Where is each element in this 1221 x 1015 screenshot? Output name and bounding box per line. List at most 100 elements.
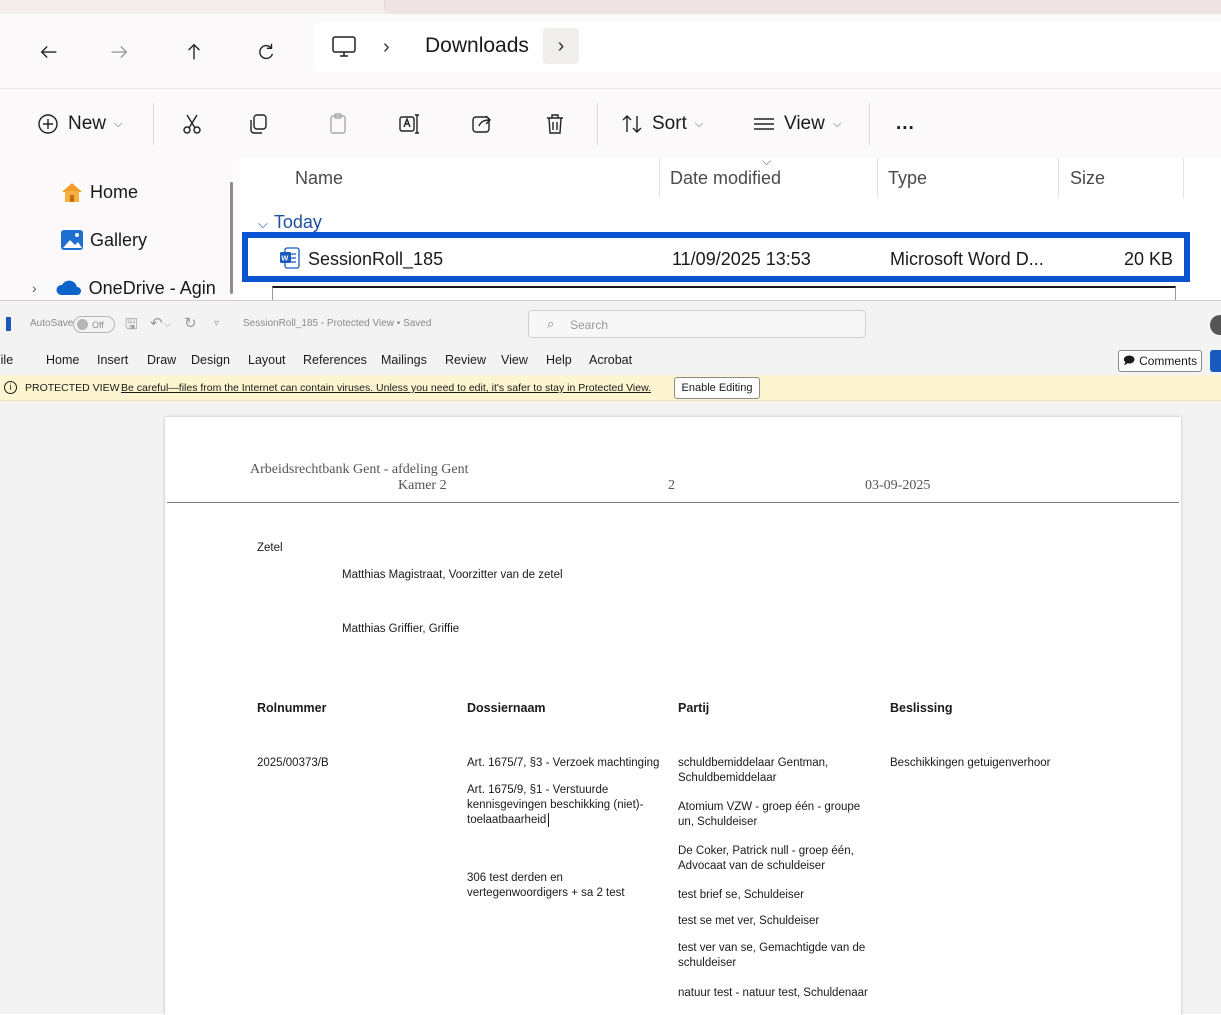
breadcrumb-downloads[interactable]: Downloads xyxy=(425,34,529,58)
home-icon xyxy=(62,183,82,202)
partij-item: natuur test - natuur test, Schuldenaar xyxy=(678,987,868,999)
protected-view-message[interactable]: Be careful—files from the Internet can c… xyxy=(121,382,651,394)
zetel-label: Zetel xyxy=(257,542,283,554)
share-button[interactable] xyxy=(470,107,494,141)
sidebar-scrollbar[interactable] xyxy=(230,182,233,294)
sort-indicator-icon: ⌵ xyxy=(762,154,772,168)
column-header-rolnummer: Rolnummer xyxy=(257,701,327,715)
file-row-selected[interactable]: W SessionRoll_185 11/09/2025 13:53 Micro… xyxy=(242,232,1190,282)
save-icon[interactable]: 🖫 xyxy=(125,314,138,339)
delete-button[interactable] xyxy=(543,107,567,141)
column-header-type[interactable]: Type xyxy=(888,168,927,189)
sidebar-item-onedrive[interactable]: › OneDrive - Agin xyxy=(32,274,216,302)
undo-icon[interactable]: ↶ xyxy=(150,314,163,332)
document-title[interactable]: SessionRoll_185 - Protected View • Saved xyxy=(243,318,431,329)
file-list: ⌵ Name Date modified Type Size ⌵ Today W … xyxy=(240,154,1221,300)
protected-view-title: PROTECTED VIEW xyxy=(25,382,120,394)
tab-mailings[interactable]: Mailings xyxy=(381,353,427,367)
column-header-size[interactable]: Size xyxy=(1070,168,1105,189)
address-bar[interactable]: › Downloads › xyxy=(313,22,1221,72)
beslissing-value: Beschikkingen getuigenverhoor xyxy=(890,757,1051,769)
cut-button[interactable] xyxy=(180,107,204,141)
onedrive-icon xyxy=(56,280,81,295)
search-box[interactable]: ⌕ Search xyxy=(528,310,866,338)
sort-label: Sort xyxy=(652,113,687,134)
sort-button[interactable]: Sort ⌵ xyxy=(620,107,703,141)
active-tab[interactable] xyxy=(384,0,1221,14)
dossier-item: Art. 1675/9, §1 - Verstuurde kennisgevin… xyxy=(467,783,657,828)
chevron-right-icon[interactable]: › xyxy=(32,280,37,296)
chamber: Kamer 2 xyxy=(398,478,447,493)
view-button[interactable]: View ⌵ xyxy=(752,107,841,141)
autosave-label: AutoSave xyxy=(30,318,74,329)
up-button[interactable] xyxy=(178,36,210,68)
column-header-name[interactable]: Name xyxy=(295,168,343,189)
tab-acrobat[interactable]: Acrobat xyxy=(589,353,632,367)
group-label: Today xyxy=(273,212,322,232)
zetel-member: Matthias Magistraat, Voorzitter van de z… xyxy=(342,569,563,581)
column-header-partij: Partij xyxy=(678,701,710,715)
tab-draw[interactable]: Draw xyxy=(147,353,176,367)
autosave-toggle[interactable]: Off xyxy=(73,316,115,333)
sidebar-item-gallery[interactable]: Gallery xyxy=(60,226,147,254)
dossier-item: 306 test derden en vertegenwoordigers + … xyxy=(467,872,625,899)
column-divider[interactable] xyxy=(1058,158,1059,198)
zetel-member: Matthias Griffier, Griffie xyxy=(342,623,460,635)
info-icon: i xyxy=(4,381,17,394)
tab-insert[interactable]: Insert xyxy=(97,353,128,367)
copy-button[interactable] xyxy=(246,107,270,141)
sidebar-item-label: Home xyxy=(90,181,139,202)
column-divider[interactable] xyxy=(659,158,660,198)
customize-quick-access-icon[interactable]: ▿ xyxy=(214,318,219,329)
refresh-button[interactable] xyxy=(250,36,282,68)
back-button[interactable] xyxy=(33,36,65,68)
tab-references[interactable]: References xyxy=(303,353,367,367)
tab-file[interactable]: File xyxy=(0,353,13,367)
clipboard-icon xyxy=(330,113,346,134)
avatar[interactable] xyxy=(1210,315,1221,335)
tab-help[interactable]: Help xyxy=(546,353,572,367)
new-label: New xyxy=(68,113,107,134)
column-header-date[interactable]: Date modified xyxy=(670,168,781,189)
paste-button[interactable] xyxy=(326,107,350,141)
page-number: 2 xyxy=(668,478,675,493)
comments-button[interactable]: 🗩 Comments xyxy=(1118,350,1202,372)
sidebar-item-label: OneDrive - Agin xyxy=(88,277,216,298)
view-label: View xyxy=(784,113,825,134)
column-divider[interactable] xyxy=(877,158,878,198)
document-page[interactable]: Arbeidsrechtbank Gent - afdeling Gent Ka… xyxy=(165,417,1181,1015)
navigation-bar: › Downloads › xyxy=(0,14,1221,88)
forward-button[interactable] xyxy=(103,36,135,68)
partij-item: test brief se, Schuldeiser xyxy=(678,889,804,901)
new-button[interactable]: New ⌵ xyxy=(36,107,122,141)
search-icon: ⌕ xyxy=(547,316,555,331)
arrow-up-icon xyxy=(188,43,200,60)
rename-button[interactable] xyxy=(397,107,421,141)
more-options-button[interactable]: ... xyxy=(896,107,915,141)
tab-design[interactable]: Design xyxy=(191,353,230,367)
chevron-down-icon: ⌵ xyxy=(832,117,842,130)
column-divider[interactable] xyxy=(1183,158,1184,198)
tab-review[interactable]: Review xyxy=(445,353,486,367)
arrow-left-icon xyxy=(40,46,57,58)
divider xyxy=(153,103,154,145)
word-window: AutoSave Off 🖫 ↶ ⌵ ↻ ▿ SessionRoll_185 -… xyxy=(0,300,1221,1015)
sidebar-item-home[interactable]: Home xyxy=(60,178,138,206)
share-button[interactable] xyxy=(1210,350,1221,372)
enable-editing-button[interactable]: Enable Editing xyxy=(674,377,760,399)
chevron-down-icon: ⌵ xyxy=(114,117,123,130)
divider xyxy=(869,103,870,145)
rolnummer-value: 2025/00373/B xyxy=(257,757,329,769)
tab-strip xyxy=(0,0,1221,14)
share-icon xyxy=(472,115,491,133)
chevron-down-icon[interactable]: ⌵ xyxy=(164,319,171,330)
group-header-today[interactable]: ⌵ Today xyxy=(258,212,322,233)
chevron-right-icon[interactable]: › xyxy=(383,36,390,59)
tab-home[interactable]: Home xyxy=(46,353,79,367)
redo-icon[interactable]: ↻ xyxy=(184,314,197,332)
tab-view[interactable]: View xyxy=(501,353,528,367)
chevron-right-icon[interactable]: › xyxy=(543,28,579,64)
search-placeholder: Search xyxy=(570,318,609,332)
divider xyxy=(597,103,598,145)
tab-layout[interactable]: Layout xyxy=(248,353,286,367)
